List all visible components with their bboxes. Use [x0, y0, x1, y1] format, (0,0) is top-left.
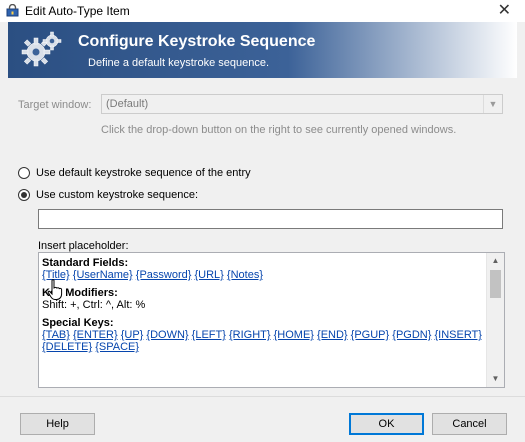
banner-subtitle: Define a default keystroke sequence.: [88, 57, 270, 69]
chevron-down-icon[interactable]: ▼: [483, 95, 502, 113]
keystroke-sequence-input[interactable]: [38, 209, 503, 229]
placeholder-link[interactable]: {HOME}: [274, 329, 314, 341]
placeholder-link[interactable]: {TAB}: [42, 329, 70, 341]
radio-default-label[interactable]: Use default keystroke sequence of the en…: [36, 167, 251, 179]
placeholder-link[interactable]: {DOWN}: [146, 329, 188, 341]
target-window-value: (Default): [106, 98, 149, 110]
placeholder-link[interactable]: {PGUP}: [351, 329, 390, 341]
target-window-hint: Click the drop-down button on the right …: [101, 124, 457, 136]
close-icon[interactable]: ✕: [498, 0, 511, 22]
insert-placeholder-label: Insert placeholder:: [38, 240, 129, 252]
placeholder-list: Standard Fields: {Title} {UserName} {Pas…: [38, 252, 505, 388]
scroll-thumb[interactable]: [490, 270, 501, 298]
window-title: Edit Auto-Type Item: [25, 4, 130, 18]
placeholder-link[interactable]: {DELETE}: [42, 341, 92, 353]
special-keys-heading: Special Keys:: [42, 317, 114, 329]
placeholder-link[interactable]: {PGDN}: [392, 329, 431, 341]
placeholder-link[interactable]: {LEFT}: [192, 329, 226, 341]
radio-custom-label[interactable]: Use custom keystroke sequence:: [36, 189, 198, 201]
placeholder-scrollbar[interactable]: ▲ ▼: [486, 253, 504, 387]
placeholder-link[interactable]: {SPACE}: [95, 341, 139, 353]
header-banner: Configure Keystroke Sequence Define a de…: [8, 22, 517, 78]
help-button[interactable]: Help: [20, 413, 95, 435]
keepass-lock-icon: [6, 4, 19, 17]
radio-default-indicator[interactable]: [18, 167, 30, 179]
placeholder-link[interactable]: {URL}: [195, 269, 224, 281]
standard-fields-heading: Standard Fields:: [42, 257, 129, 269]
radio-custom-indicator[interactable]: [18, 189, 30, 201]
target-window-label: Target window:: [18, 99, 92, 111]
placeholder-link[interactable]: {UserName}: [73, 269, 133, 281]
radio-custom-sequence[interactable]: Use custom keystroke sequence:: [18, 189, 198, 201]
button-bar: Help OK Cancel: [0, 396, 525, 442]
scroll-up-icon[interactable]: ▲: [487, 253, 504, 269]
banner-title: Configure Keystroke Sequence: [78, 33, 316, 50]
placeholder-link[interactable]: {INSERT}: [434, 329, 482, 341]
key-modifiers-text: Shift: +, Ctrl: ^, Alt: %: [42, 299, 146, 311]
ok-button[interactable]: OK: [349, 413, 424, 435]
placeholder-link[interactable]: {Notes}: [227, 269, 263, 281]
placeholder-list-content: Standard Fields: {Title} {UserName} {Pas…: [42, 257, 487, 353]
gears-icon: [21, 31, 62, 67]
hand-cursor-icon: [47, 279, 63, 300]
placeholder-link[interactable]: {ENTER}: [73, 329, 118, 341]
scroll-down-icon[interactable]: ▼: [487, 371, 504, 387]
placeholder-link[interactable]: {END}: [317, 329, 348, 341]
cancel-button[interactable]: Cancel: [432, 413, 507, 435]
target-window-dropdown[interactable]: (Default) ▼: [101, 94, 503, 114]
title-bar: Edit Auto-Type Item ✕: [0, 0, 525, 22]
placeholder-link[interactable]: {RIGHT}: [229, 329, 271, 341]
key-modifiers-heading: Key Modifiers:: [42, 287, 118, 299]
special-keys-links: {TAB} {ENTER} {UP} {DOWN} {LEFT} {RIGHT}…: [42, 329, 487, 353]
placeholder-link[interactable]: {Password}: [136, 269, 192, 281]
edit-auto-type-dialog: Edit Auto-Type Item ✕ Configure Keystrok…: [0, 0, 525, 442]
placeholder-link[interactable]: {UP}: [121, 329, 144, 341]
radio-default-sequence[interactable]: Use default keystroke sequence of the en…: [18, 167, 251, 179]
dialog-content: Target window: (Default) ▼ Click the dro…: [8, 78, 517, 396]
standard-fields-links: {Title} {UserName} {Password} {URL} {Not…: [42, 269, 487, 281]
